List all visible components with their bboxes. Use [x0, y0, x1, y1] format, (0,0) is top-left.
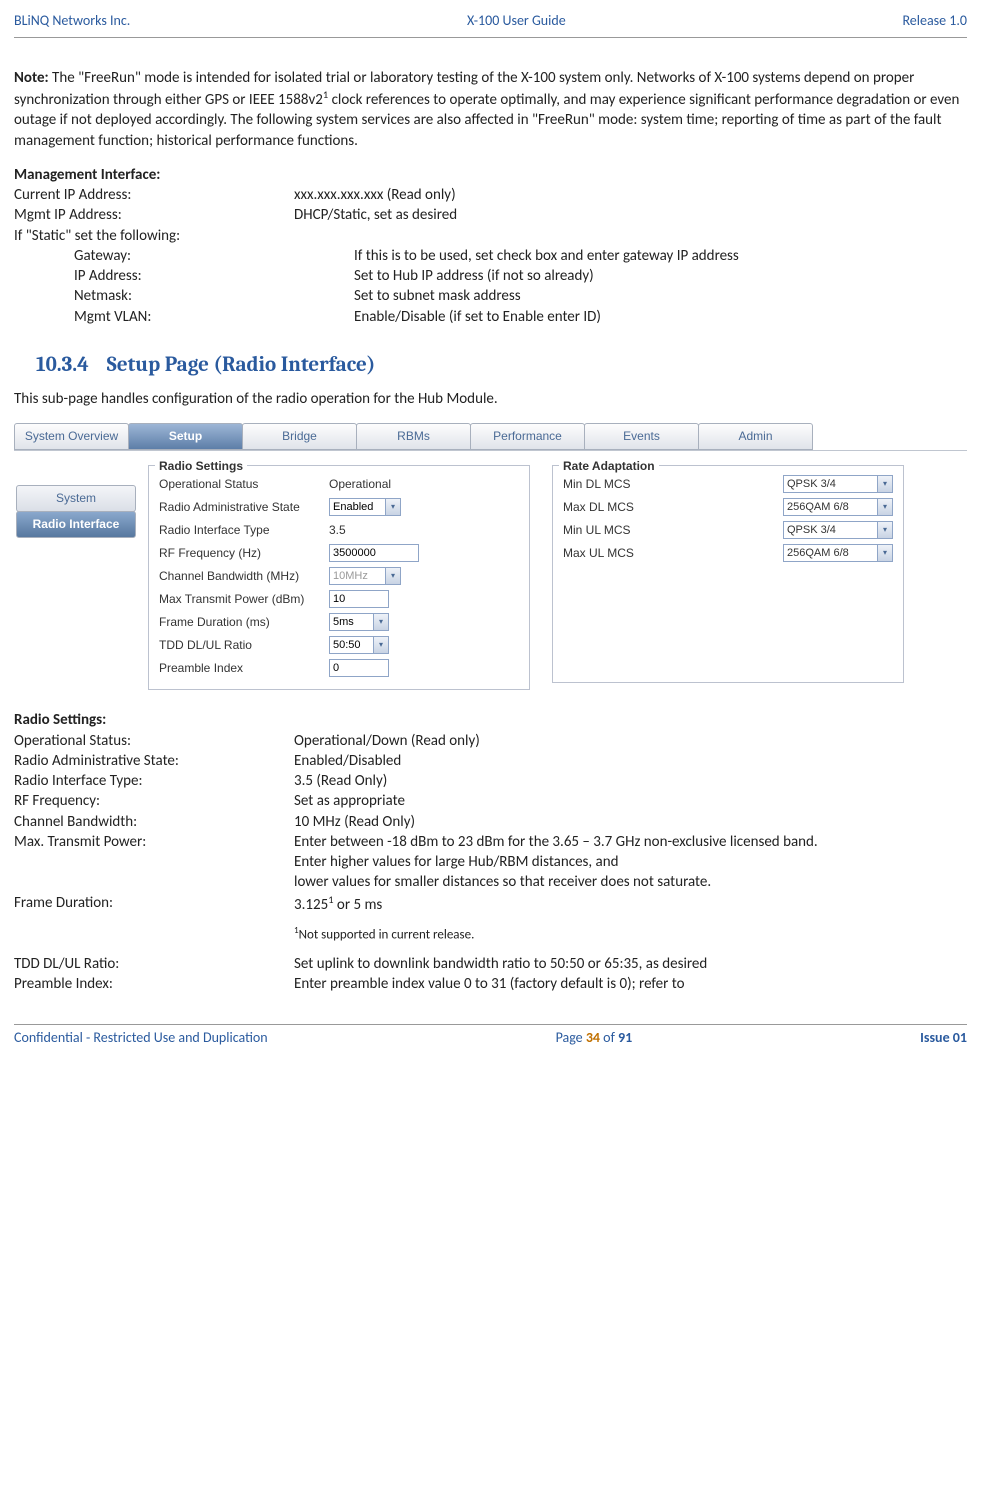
field-label: Radio Interface Type: [159, 522, 329, 538]
dropdown[interactable]: QPSK 3/4▾: [783, 521, 893, 539]
field-label: Operational Status: [159, 476, 329, 492]
rs-cont: Enter higher values for large Hub/RBM di…: [294, 852, 967, 872]
footnote: 1Not supported in current release.: [294, 925, 967, 944]
dropdown: 10MHz▾: [329, 567, 401, 585]
field-label: Max DL MCS: [563, 499, 683, 515]
mgmt-row: Current IP Address:xxx.xxx.xxx.xxx (Read…: [14, 185, 967, 205]
tab-rbms[interactable]: RBMs: [356, 423, 471, 450]
rs-row: Max. Transmit Power:Enter between -18 dB…: [14, 832, 967, 852]
field-label: Max Transmit Power (dBm): [159, 591, 329, 607]
dropdown[interactable]: 50:50▾: [329, 636, 389, 654]
footer-center: Page 34 of 91: [556, 1029, 633, 1048]
page-header: BLiNQ Networks Inc. X-100 User Guide Rel…: [14, 10, 967, 38]
tab-admin[interactable]: Admin: [698, 423, 813, 450]
rs-row: RF Frequency:Set as appropriate: [14, 791, 967, 811]
field-label: Radio Administrative State: [159, 499, 329, 515]
footer-left: Confidential - Restricted Use and Duplic…: [14, 1029, 268, 1048]
mgmt-row-indent: IP Address:Set to Hub IP address (if not…: [14, 266, 967, 286]
header-left: BLiNQ Networks Inc.: [14, 12, 130, 31]
ui-screenshot: System Overview Setup Bridge RBMs Perfor…: [14, 423, 967, 690]
mgmt-row-indent: Mgmt VLAN:Enable/Disable (if set to Enab…: [14, 307, 967, 327]
radio-setting-row: Preamble Index: [159, 656, 519, 679]
mgmt-row: If "Static" set the following:: [14, 226, 967, 246]
page-footer: Confidential - Restricted Use and Duplic…: [14, 1024, 967, 1054]
field-value: Operational: [329, 476, 391, 492]
radio-setting-row: Channel Bandwidth (MHz)10MHz▾: [159, 564, 519, 587]
side-tab-bar: System Radio Interface: [16, 485, 136, 690]
radio-setting-row: Radio Interface Type3.5: [159, 518, 519, 541]
chevron-down-icon: ▾: [877, 499, 892, 515]
intro-text: This sub-page handles configuration of t…: [14, 389, 967, 409]
tab-setup[interactable]: Setup: [128, 423, 243, 450]
rate-adaptation-fieldset: Rate Adaptation Min DL MCSQPSK 3/4▾Max D…: [552, 465, 904, 683]
footer-right: Issue 01: [920, 1029, 967, 1048]
mgmt-interface-title: Management Interface:: [14, 165, 967, 185]
rs-row: Radio Administrative State:Enabled/Disab…: [14, 751, 967, 771]
dropdown[interactable]: 256QAM 6/8▾: [783, 498, 893, 516]
radio-setting-row: Frame Duration (ms)5ms▾: [159, 610, 519, 633]
radio-settings-fieldset: Radio Settings Operational StatusOperati…: [148, 465, 530, 690]
rate-row: Max UL MCS 256QAM 6/8▾: [563, 541, 893, 564]
rate-adaptation-legend: Rate Adaptation: [559, 458, 659, 474]
rs-row: Radio Interface Type:3.5 (Read Only): [14, 771, 967, 791]
dropdown[interactable]: 256QAM 6/8▾: [783, 544, 893, 562]
chevron-down-icon: ▾: [385, 499, 400, 515]
rate-row: Min UL MCS QPSK 3/4▾: [563, 518, 893, 541]
field-label: Preamble Index: [159, 660, 329, 676]
rate-row: Min DL MCS QPSK 3/4▾: [563, 472, 893, 495]
side-tab-system[interactable]: System: [16, 485, 136, 512]
header-right: Release 1.0: [902, 12, 967, 31]
side-tab-radio-interface[interactable]: Radio Interface: [16, 511, 136, 538]
chevron-down-icon: ▾: [385, 568, 400, 584]
section-heading: 10.3.4 Setup Page (Radio Interface): [14, 351, 967, 379]
field-label: Frame Duration (ms): [159, 614, 329, 630]
dropdown[interactable]: 5ms▾: [329, 613, 389, 631]
tab-bridge[interactable]: Bridge: [242, 423, 357, 450]
field-label: Min DL MCS: [563, 476, 683, 492]
section-number: 10.3.4: [36, 353, 89, 377]
field-label: Max UL MCS: [563, 545, 683, 561]
rs-row: TDD DL/UL Ratio:Set uplink to downlink b…: [14, 954, 967, 974]
radio-settings-legend: Radio Settings: [155, 458, 247, 474]
note-label: Note:: [14, 69, 49, 87]
section-title: Setup Page (Radio Interface): [107, 353, 376, 377]
top-tab-bar: System Overview Setup Bridge RBMs Perfor…: [14, 423, 967, 450]
chevron-down-icon: ▾: [877, 522, 892, 538]
text-input[interactable]: [329, 544, 419, 562]
tab-performance[interactable]: Performance: [470, 423, 585, 450]
radio-setting-row: Radio Administrative StateEnabled▾: [159, 495, 519, 518]
mgmt-row-indent: Gateway:If this is to be used, set check…: [14, 246, 967, 266]
mgmt-row: Mgmt IP Address:DHCP/Static, set as desi…: [14, 205, 967, 225]
text-input[interactable]: [329, 590, 389, 608]
radio-settings-title: Radio Settings:: [14, 710, 967, 730]
chevron-down-icon: ▾: [373, 614, 388, 630]
field-label: RF Frequency (Hz): [159, 545, 329, 561]
tab-system-overview[interactable]: System Overview: [14, 423, 129, 450]
field-value: 3.5: [329, 522, 346, 538]
field-label: Channel Bandwidth (MHz): [159, 568, 329, 584]
dropdown[interactable]: Enabled▾: [329, 498, 401, 516]
dropdown[interactable]: QPSK 3/4▾: [783, 475, 893, 493]
header-center: X-100 User Guide: [467, 12, 566, 31]
rs-cont: lower values for smaller distances so th…: [294, 872, 967, 892]
radio-setting-row: Max Transmit Power (dBm): [159, 587, 519, 610]
chevron-down-icon: ▾: [877, 476, 892, 492]
radio-setting-row: RF Frequency (Hz): [159, 541, 519, 564]
chevron-down-icon: ▾: [877, 545, 892, 561]
mgmt-row-indent: Netmask:Set to subnet mask address: [14, 286, 967, 306]
rate-row: Max DL MCS 256QAM 6/8▾: [563, 495, 893, 518]
text-input[interactable]: [329, 659, 389, 677]
rs-row: Channel Bandwidth:10 MHz (Read Only): [14, 812, 967, 832]
note-paragraph: Note: The "FreeRun" mode is intended for…: [14, 68, 967, 151]
radio-setting-row: Operational StatusOperational: [159, 472, 519, 495]
rs-row: Operational Status:Operational/Down (Rea…: [14, 731, 967, 751]
tab-events[interactable]: Events: [584, 423, 699, 450]
field-label: Min UL MCS: [563, 522, 683, 538]
radio-setting-row: TDD DL/UL Ratio50:50▾: [159, 633, 519, 656]
rs-row: Preamble Index:Enter preamble index valu…: [14, 974, 967, 994]
field-label: TDD DL/UL Ratio: [159, 637, 329, 653]
chevron-down-icon: ▾: [373, 637, 388, 653]
rs-row: Frame Duration: 3.1251 or 5 ms: [14, 893, 967, 915]
